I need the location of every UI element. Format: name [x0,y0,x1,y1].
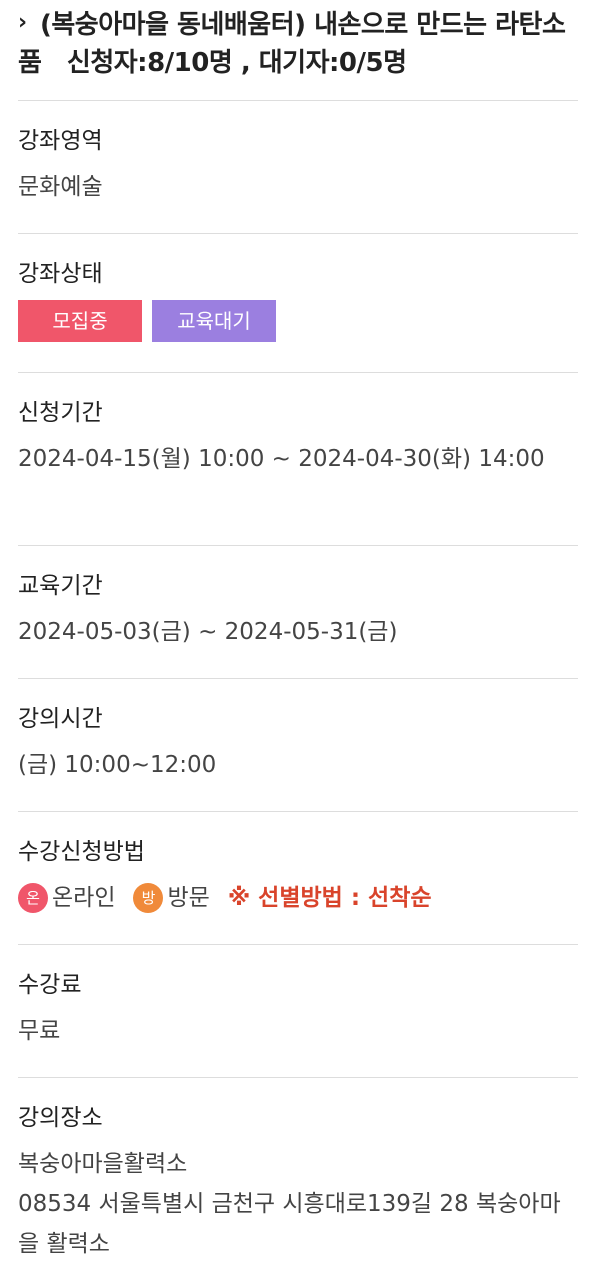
section-fee: 수강료 무료 [18,945,578,1078]
section-place: 강의장소 복숭아마을활력소 08534 서울특별시 금천구 시흥대로139길 2… [18,1078,578,1264]
status-badge-recruiting: 모집중 [18,300,142,342]
chevron-right-icon: › [18,10,28,35]
method-visit-label: 방문 [167,885,210,911]
section-edu-period: 교육기간 2024-05-03(금) ~ 2024-05-31(금) [18,546,578,679]
edu-period-label: 교육기간 [18,573,103,599]
status-badges: 모집중 교육대기 [18,300,578,366]
course-title-block: › (복숭아마을 동네배움터) 내손으로 만드는 라탄소품 신청자:8/10명 … [18,0,578,101]
lecture-time-value: (금) 10:00~12:00 [18,752,217,778]
fee-value: 무료 [18,1018,61,1044]
place-label: 강의장소 [18,1105,103,1131]
edu-period-value: 2024-05-03(금) ~ 2024-05-31(금) [18,619,398,645]
status-badge-waiting: 교육대기 [152,300,276,342]
selection-method: ※ 선별방법 : 선착순 [227,885,432,911]
status-label: 강좌상태 [18,261,103,287]
method-list: 온 온라인 방 방문 ※ 선별방법 : 선착순 [18,878,578,918]
lecture-time-label: 강의시간 [18,706,103,732]
section-status: 강좌상태 모집중 교육대기 [18,234,578,373]
area-label: 강좌영역 [18,128,103,154]
online-icon: 온 [18,883,48,913]
apply-period-label: 신청기간 [18,400,103,426]
section-apply-period: 신청기간 2024-04-15(월) 10:00 ~ 2024-04-30(화)… [18,373,578,546]
place-name: 복숭아마을활력소 [18,1151,188,1177]
area-value: 문화예술 [18,174,103,200]
fee-label: 수강료 [18,972,82,998]
section-area: 강좌영역 문화예술 [18,101,578,234]
place-address: 08534 서울특별시 금천구 시흥대로139길 28 복숭아마을 활력소 [18,1191,561,1257]
section-lecture-time: 강의시간 (금) 10:00~12:00 [18,679,578,812]
course-title: (복숭아마을 동네배움터) 내손으로 만드는 라탄소품 신청자:8/10명 , … [18,10,566,78]
course-detail: › (복숭아마을 동네배움터) 내손으로 만드는 라탄소품 신청자:8/10명 … [18,0,578,1264]
apply-period-value: 2024-04-15(월) 10:00 ~ 2024-04-30(화) 14:0… [18,446,545,472]
section-method: 수강신청방법 온 온라인 방 방문 ※ 선별방법 : 선착순 [18,812,578,945]
method-online-label: 온라인 [52,885,116,911]
visit-icon: 방 [133,883,164,913]
method-label: 수강신청방법 [18,839,145,865]
